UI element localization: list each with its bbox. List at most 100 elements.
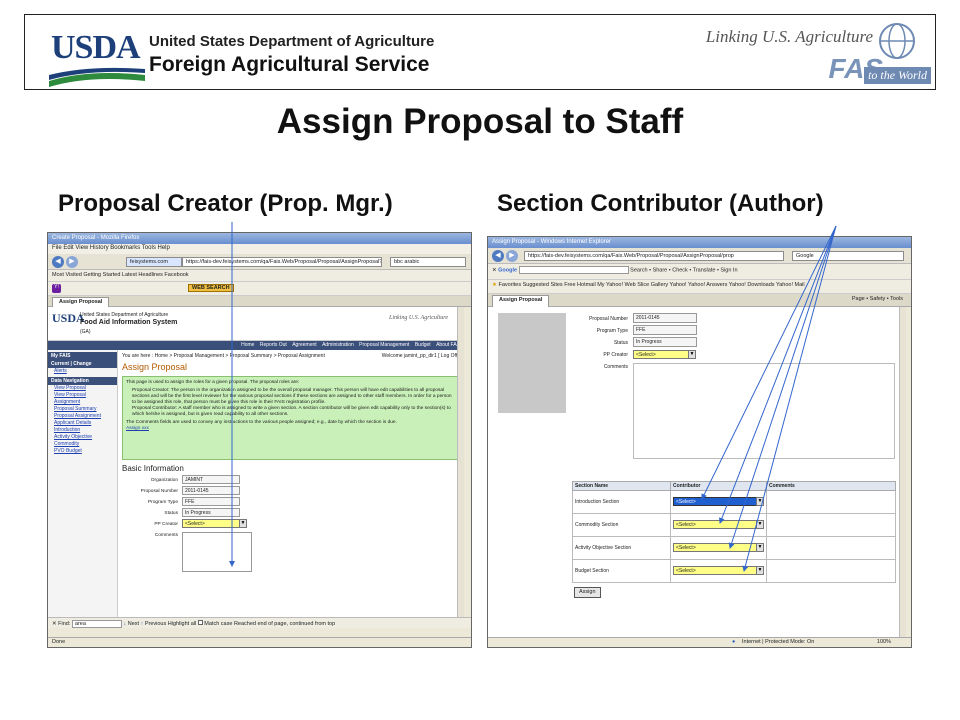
back-icon[interactable]: ◀ (492, 250, 504, 262)
web-search-button[interactable]: WEB SEARCH (188, 284, 234, 292)
welcome-text[interactable]: Welcome jamint_pp_dir1 [ Log Off ] (382, 353, 460, 359)
search-box[interactable]: bbc arabic (390, 257, 466, 267)
field-comments: Comments (122, 530, 460, 574)
find-previous-icon[interactable]: ↑ (141, 621, 144, 627)
search-box[interactable]: Google (792, 251, 904, 261)
table-row: Activity Objective Section <Select> ▼ (572, 536, 896, 560)
section-name-cell: Commodity Section (572, 513, 671, 537)
favorites-links[interactable]: Favorites Suggested Sites Free Hotmail M… (498, 282, 804, 288)
header-contributor: Contributor (670, 481, 767, 491)
field-status: Status In Progress (488, 337, 906, 349)
site-identity-badge[interactable]: feisystems.com (126, 257, 182, 267)
field-proposal-number: Proposal Number 2011-0145 (122, 486, 460, 497)
match-case-checkbox[interactable] (197, 620, 203, 625)
comments-cell[interactable] (766, 559, 896, 583)
find-next-icon[interactable]: ↓ (123, 621, 126, 627)
chevron-down-icon[interactable]: ▼ (239, 519, 247, 528)
fas-world-text: to the World (864, 67, 931, 84)
sidebar-link-view-proposal[interactable]: View Proposal (48, 385, 117, 392)
bookmarks-toolbar[interactable]: Most Visited Getting Started Latest Head… (48, 270, 471, 282)
favorites-star-icon[interactable]: ★ (492, 282, 497, 288)
globe-icon: ● (732, 639, 736, 645)
field-label: Comments (603, 364, 628, 370)
chevron-down-icon[interactable]: ▼ (756, 566, 764, 575)
chevron-down-icon[interactable]: ▼ (756, 497, 764, 506)
sidebar-link-activity-objective[interactable]: Activity Objective (48, 434, 117, 441)
field-value: FFE (182, 497, 240, 506)
contributor-select[interactable]: <Select> ▼ (673, 566, 764, 575)
chevron-down-icon[interactable]: ▼ (756, 520, 764, 529)
comments-cell[interactable] (766, 536, 896, 560)
page-scrollbar[interactable] (457, 307, 464, 617)
contributor-select[interactable]: <Select> ▼ (673, 497, 764, 506)
status-bar: ● Internet | Protected Mode: On 100% (488, 637, 911, 647)
table-row: Commodity Section <Select> ▼ (572, 513, 896, 537)
chevron-down-icon[interactable]: ▼ (688, 350, 696, 359)
contributor-select[interactable]: <Select> ▼ (673, 520, 764, 529)
basic-info-heading: Basic Information (122, 464, 184, 473)
nav-agreement[interactable]: Agreement (292, 342, 316, 348)
tab-assign-proposal[interactable]: Assign Proposal (52, 297, 110, 307)
yahoo-icon[interactable]: Y! (52, 284, 61, 293)
nav-budget[interactable]: Budget (415, 342, 431, 348)
nav-home[interactable]: Home (241, 342, 254, 348)
site-nav: Home Reports Out Agreement Administratio… (48, 341, 464, 350)
instructions-bullet-creator: Proposal Creator: The person in the orga… (132, 388, 452, 405)
contributor-cell: <Select> ▼ (670, 513, 767, 537)
fais-page: USDA United States Department of Agricul… (48, 307, 464, 617)
close-icon[interactable]: ✕ (52, 621, 57, 627)
back-icon[interactable]: ◀ (52, 256, 64, 268)
forward-icon[interactable]: ▶ (506, 250, 518, 262)
chevron-down-icon[interactable]: ▼ (756, 543, 764, 552)
sidebar-link-introduction[interactable]: Introduction (48, 427, 117, 434)
instructions-link[interactable]: Assign xxx (126, 426, 456, 432)
tab-strip: Assign Proposal (48, 296, 471, 307)
sidebar-head-current[interactable]: Current | Change (48, 360, 117, 368)
section-name-cell: Introduction Section (572, 490, 671, 514)
usda-logo: USDA (37, 25, 145, 87)
tab-assign-proposal[interactable]: Assign Proposal (492, 295, 550, 307)
nav-administration[interactable]: Administration (322, 342, 354, 348)
forward-icon[interactable]: ▶ (66, 256, 78, 268)
sidebar-link-proposal-assignment[interactable]: Proposal Assignment (48, 413, 117, 420)
comments-cell[interactable] (766, 513, 896, 537)
fas-tagline: Linking U.S. Agriculture (705, 27, 873, 46)
comments-textarea[interactable] (182, 532, 252, 572)
address-bar[interactable]: https://fais-dev.feisystems.com/qa/Fais.… (524, 251, 784, 261)
sidebar-link-pvo-budget[interactable]: PVO Budget (48, 448, 117, 455)
window-title: Assign Proposal - Windows Internet Explo… (488, 237, 911, 248)
address-bar[interactable]: https://fais-dev.feisystems.com/qa/Fais.… (182, 257, 382, 267)
sidebar-link-alerts[interactable]: Alerts (48, 368, 117, 375)
globe-icon (879, 23, 915, 59)
find-next-button[interactable]: Next (128, 621, 139, 627)
contributor-select[interactable]: <Select> ▼ (673, 543, 764, 552)
field-label: Program Type (147, 500, 178, 505)
comments-textarea[interactable] (633, 363, 895, 459)
field-value: 2011-0145 (182, 486, 240, 495)
field-organization: Organization JAMINT (122, 475, 460, 486)
pp-creator-select[interactable]: <Select> ▼ (633, 350, 696, 359)
find-input[interactable]: area (71, 620, 122, 628)
google-search-input[interactable] (518, 266, 629, 274)
close-icon[interactable]: ✕ (492, 267, 497, 273)
field-label: Proposal Number (140, 489, 178, 494)
find-previous-button[interactable]: Previous (145, 621, 166, 627)
assign-button[interactable]: Assign (574, 587, 601, 598)
nav-reports-out[interactable]: Reports Out (260, 342, 287, 348)
sidebar-link-commodity[interactable]: Commodity (48, 441, 117, 448)
sidebar-link-proposal-summary[interactable]: Proposal Summary (48, 406, 117, 413)
sidebar-head-my-fais: My FAIS (48, 352, 117, 360)
usda-swoosh-icon (49, 67, 145, 87)
page-tools-menu[interactable]: Page • Safety • Tools (852, 296, 903, 302)
highlight-all-button[interactable]: Highlight all (168, 621, 196, 627)
nav-proposal-management[interactable]: Proposal Management (359, 342, 409, 348)
sidebar-link-applicant-details[interactable]: Applicant Details (48, 420, 117, 427)
zoom-level[interactable]: 100% (877, 639, 891, 645)
menu-bar[interactable]: File Edit View History Bookmarks Tools H… (48, 244, 471, 254)
field-label: PP Creator (603, 352, 628, 358)
page-scrollbar[interactable] (899, 307, 906, 637)
comments-cell[interactable] (766, 490, 896, 514)
google-toolbar-buttons[interactable]: Search • Share • Check • Translate • Sig… (630, 267, 737, 273)
pp-creator-select[interactable]: <Select> ▼ (182, 519, 247, 528)
sidebar-link-view-proposal-assignment[interactable]: View Proposal Assignment (48, 392, 117, 406)
